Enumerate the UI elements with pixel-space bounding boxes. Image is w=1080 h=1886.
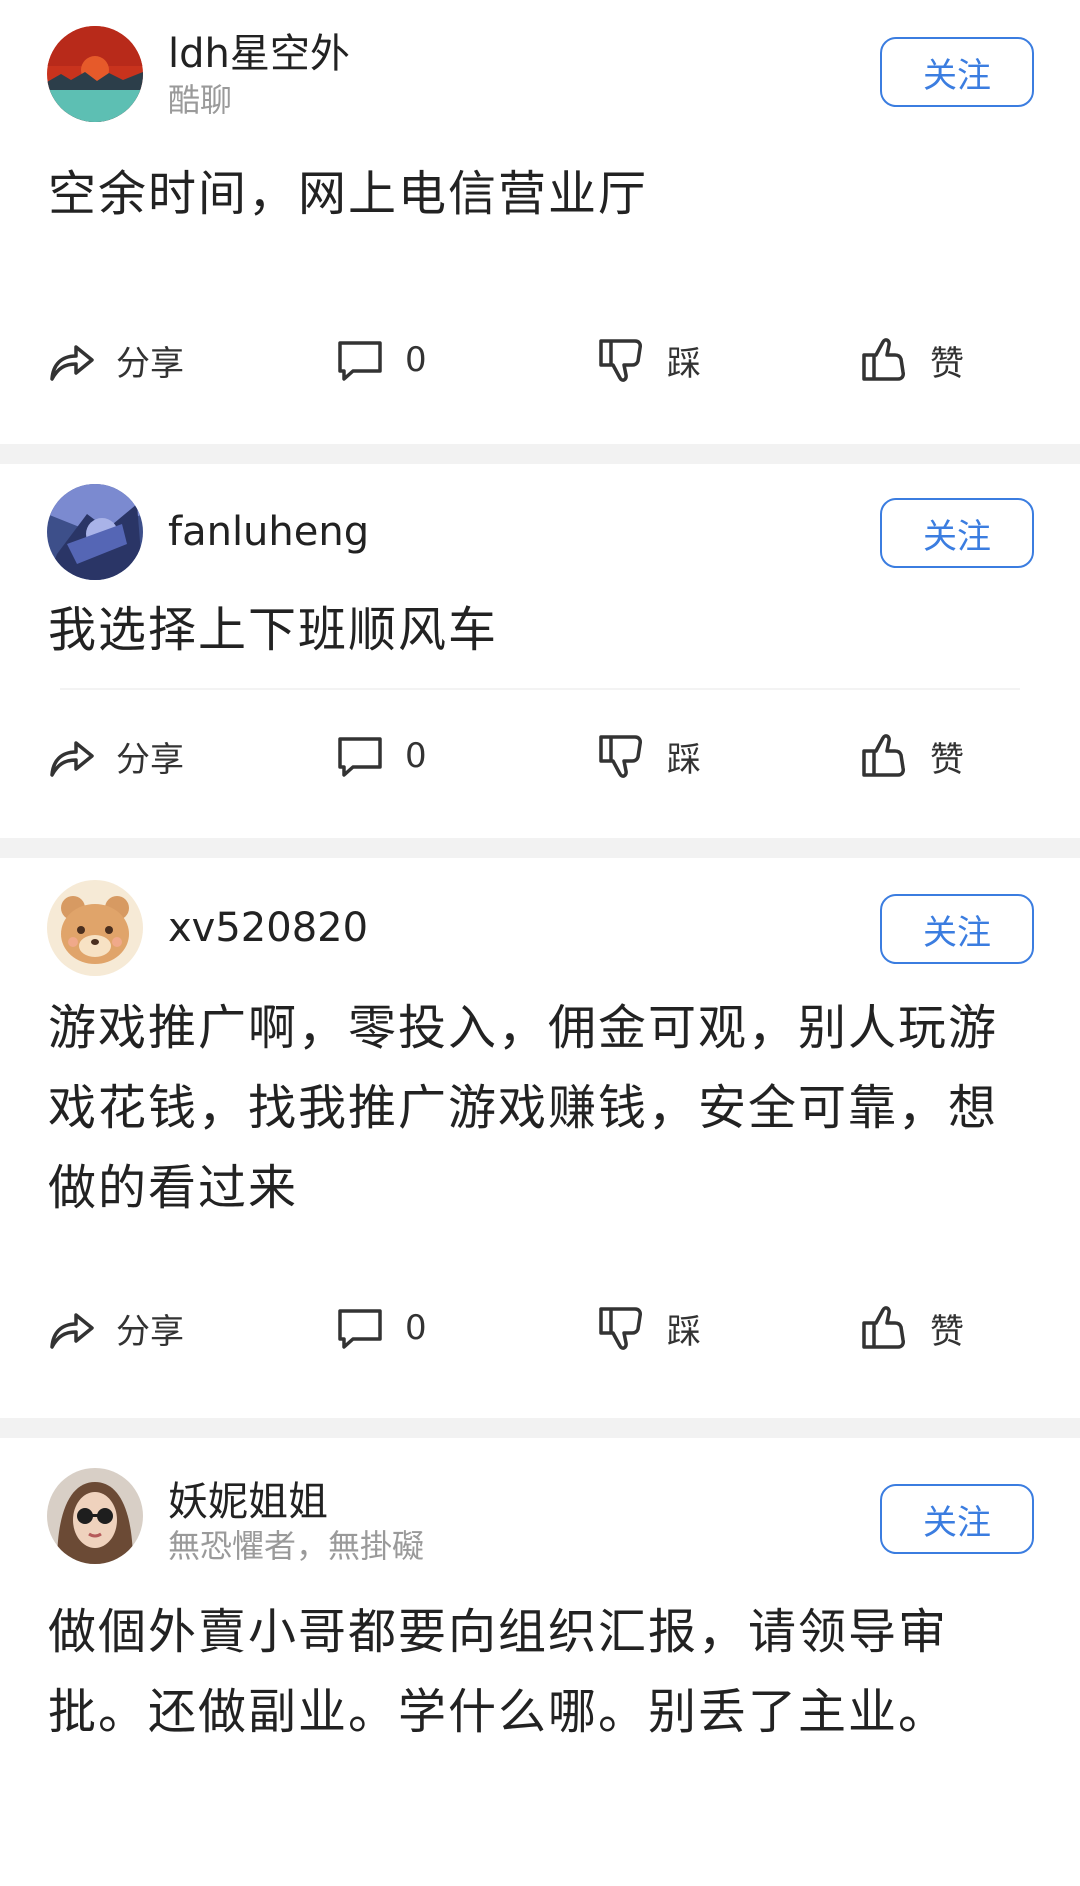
username[interactable]: 妖妮姐姐 xyxy=(168,1478,328,1526)
avatar[interactable] xyxy=(47,26,143,122)
like-label: 赞 xyxy=(930,1311,964,1352)
post-card: xv520820 关注 游戏推广啊，零投入，佣金可观，别人玩游戏花钱，找我推广游… xyxy=(0,858,1080,1418)
share-label: 分享 xyxy=(116,739,184,780)
dislike-label: 踩 xyxy=(667,343,701,384)
comment-button[interactable]: 0 xyxy=(335,726,427,786)
share-label: 分享 xyxy=(116,343,184,384)
action-bar: 分享 0 踩 赞 xyxy=(0,690,1080,820)
thumbs-down-icon xyxy=(599,735,642,778)
dislike-button[interactable]: 踩 xyxy=(597,330,701,390)
separator xyxy=(0,444,1080,464)
like-button[interactable]: 赞 xyxy=(860,1298,964,1358)
user-subtitle: 無恐懼者，無掛礙 xyxy=(168,1527,425,1565)
like-label: 赞 xyxy=(930,343,964,384)
dislike-label: 踩 xyxy=(667,739,701,780)
comment-button[interactable]: 0 xyxy=(335,1298,427,1358)
share-button[interactable]: 分享 xyxy=(46,330,184,390)
post-header: fanluheng 关注 xyxy=(0,464,1080,582)
share-label: 分享 xyxy=(116,1311,184,1352)
follow-button[interactable]: 关注 xyxy=(880,37,1034,107)
post-content[interactable]: 游戏推广啊，零投入，佣金可观，别人玩游戏花钱，找我推广游戏赚钱，安全可靠，想做的… xyxy=(0,984,1080,1228)
comment-icon xyxy=(338,737,382,777)
post-card: ldh星空外 酷聊 关注 空余时间，网上电信营业厅 分享 0 踩 赞 xyxy=(0,0,1080,444)
post-header: ldh星空外 酷聊 关注 xyxy=(0,0,1080,122)
username[interactable]: fanluheng xyxy=(168,508,369,556)
post-card: 妖妮姐姐 無恐懼者，無掛礙 关注 做個外賣小哥都要向组织汇报，请领导审批。还做副… xyxy=(0,1438,1080,1752)
like-label: 赞 xyxy=(930,739,964,780)
dislike-label: 踩 xyxy=(667,1311,701,1352)
share-icon xyxy=(50,345,94,381)
action-bar: 分享 0 踩 赞 xyxy=(0,1262,1080,1392)
username[interactable]: xv520820 xyxy=(168,904,368,952)
follow-button[interactable]: 关注 xyxy=(880,894,1034,964)
thumbs-up-icon xyxy=(862,734,905,777)
dislike-button[interactable]: 踩 xyxy=(597,726,701,786)
comment-icon xyxy=(338,341,382,381)
post-content[interactable]: 我选择上下班顺风车 xyxy=(0,582,1080,670)
avatar[interactable] xyxy=(47,1468,143,1564)
feed: ldh星空外 酷聊 关注 空余时间，网上电信营业厅 分享 0 踩 赞 fanlu… xyxy=(0,0,1080,1752)
comment-count: 0 xyxy=(405,340,427,380)
avatar[interactable] xyxy=(47,484,143,580)
share-button[interactable]: 分享 xyxy=(46,1298,184,1358)
share-button[interactable]: 分享 xyxy=(46,726,184,786)
thumbs-down-icon xyxy=(599,1307,642,1350)
thumbs-up-icon xyxy=(862,1306,905,1349)
separator xyxy=(0,838,1080,858)
comment-count: 0 xyxy=(405,736,427,776)
share-icon xyxy=(50,741,94,777)
thumbs-up-icon xyxy=(862,338,905,381)
comment-icon xyxy=(338,1309,382,1349)
share-icon xyxy=(50,1313,94,1349)
follow-button[interactable]: 关注 xyxy=(880,1484,1034,1554)
user-subtitle: 酷聊 xyxy=(168,81,233,119)
dislike-button[interactable]: 踩 xyxy=(597,1298,701,1358)
action-bar: 分享 0 踩 赞 xyxy=(0,294,1080,424)
comment-count: 0 xyxy=(405,1308,427,1348)
thumbs-down-icon xyxy=(599,339,642,382)
post-header: xv520820 关注 xyxy=(0,858,1080,984)
post-card: fanluheng 关注 我选择上下班顺风车 分享 0 踩 赞 xyxy=(0,464,1080,838)
like-button[interactable]: 赞 xyxy=(860,726,964,786)
post-header: 妖妮姐姐 無恐懼者，無掛礙 关注 xyxy=(0,1438,1080,1566)
avatar[interactable] xyxy=(47,880,143,976)
like-button[interactable]: 赞 xyxy=(860,330,964,390)
post-content[interactable]: 空余时间，网上电信营业厅 xyxy=(0,120,1080,234)
post-content[interactable]: 做個外賣小哥都要向组织汇报，请领导审批。还做副业。学什么哪。别丢了主业。 xyxy=(0,1566,1080,1752)
follow-button[interactable]: 关注 xyxy=(880,498,1034,568)
username[interactable]: ldh星空外 xyxy=(168,30,350,78)
comment-button[interactable]: 0 xyxy=(335,330,427,390)
separator xyxy=(0,1418,1080,1438)
